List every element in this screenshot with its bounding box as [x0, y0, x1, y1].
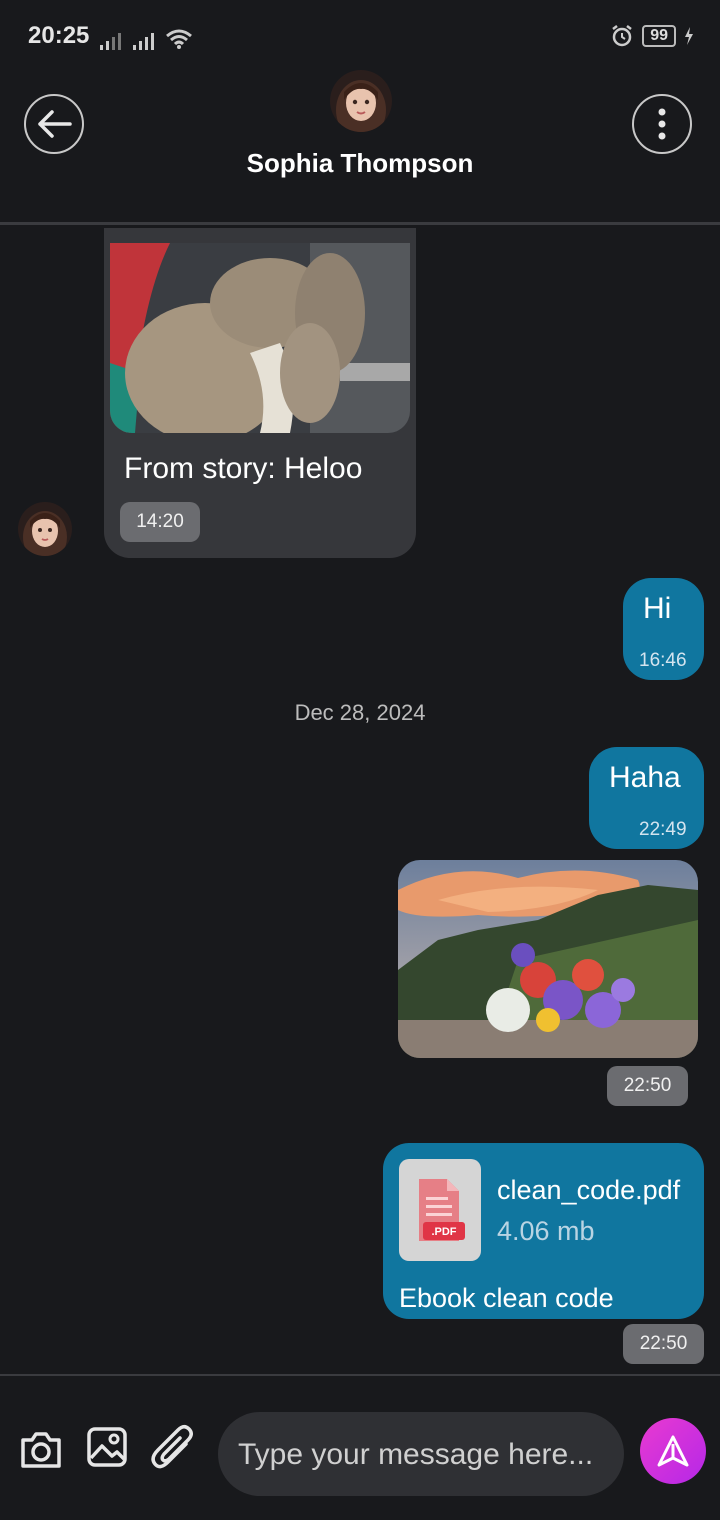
message-time: 14:20	[120, 502, 200, 542]
pdf-file-icon: .PDF	[419, 1179, 465, 1241]
composer-divider	[0, 1374, 720, 1376]
file-caption: Ebook clean code	[399, 1283, 614, 1313]
alarm-icon	[612, 25, 632, 47]
charging-icon	[685, 27, 693, 45]
battery-level: 99	[642, 25, 676, 47]
outgoing-message-bubble[interactable]: Hi 16:46	[623, 578, 704, 680]
more-options-button[interactable]	[632, 94, 692, 154]
camera-button[interactable]	[18, 1428, 64, 1475]
wifi-icon	[166, 29, 193, 49]
attach-button[interactable]	[150, 1424, 196, 1477]
clock-text: 20:25	[28, 22, 90, 49]
send-button[interactable]	[640, 1418, 706, 1484]
incoming-story-reply-bubble[interactable]: From story: Heloo 14:20	[104, 228, 416, 558]
more-vertical-icon	[658, 108, 666, 140]
sender-avatar[interactable]	[18, 502, 72, 556]
paperclip-icon	[151, 1425, 193, 1469]
message-text: Haha	[609, 761, 681, 794]
arrow-left-icon	[38, 110, 72, 138]
back-button[interactable]	[24, 94, 84, 154]
camera-icon	[21, 1432, 61, 1468]
avatar-image	[330, 70, 392, 132]
pdf-badge: .PDF	[431, 1226, 456, 1238]
file-name: clean_code.pdf	[497, 1175, 681, 1205]
gallery-button[interactable]	[86, 1426, 128, 1473]
message-time: 22:50	[623, 1324, 704, 1364]
pdf-thumbnail[interactable]: .PDF	[399, 1159, 481, 1261]
header-divider	[0, 222, 720, 225]
message-time: 22:49	[639, 819, 687, 840]
story-image[interactable]	[110, 243, 410, 433]
avatar-image	[18, 502, 72, 556]
message-text: Hi	[643, 592, 672, 625]
status-icons: 99	[610, 24, 694, 48]
story-reply-text: From story: Heloo	[124, 452, 363, 485]
file-size: 4.06 mb	[497, 1216, 595, 1246]
flowers-photo	[398, 860, 698, 1058]
message-input-container[interactable]	[218, 1412, 630, 1498]
message-time: 16:46	[639, 650, 687, 671]
mushroom-photo	[110, 243, 410, 433]
message-time: 22:50	[607, 1066, 688, 1106]
image-icon	[87, 1427, 127, 1467]
message-input[interactable]	[236, 1412, 630, 1498]
signal-icon	[132, 33, 154, 50]
outgoing-message-bubble[interactable]: Haha 22:49	[589, 747, 704, 849]
status-time: 20:25	[28, 22, 193, 50]
date-separator: Dec 28, 2024	[294, 700, 426, 725]
outgoing-image-message[interactable]	[398, 860, 698, 1058]
contact-name[interactable]: Sophia Thompson	[0, 148, 720, 179]
signal-icon	[100, 33, 122, 50]
contact-avatar[interactable]	[330, 70, 392, 132]
send-icon	[657, 1435, 689, 1467]
outgoing-file-message[interactable]: .PDF clean_code.pdf 4.06 mb Ebook clean …	[383, 1143, 704, 1319]
